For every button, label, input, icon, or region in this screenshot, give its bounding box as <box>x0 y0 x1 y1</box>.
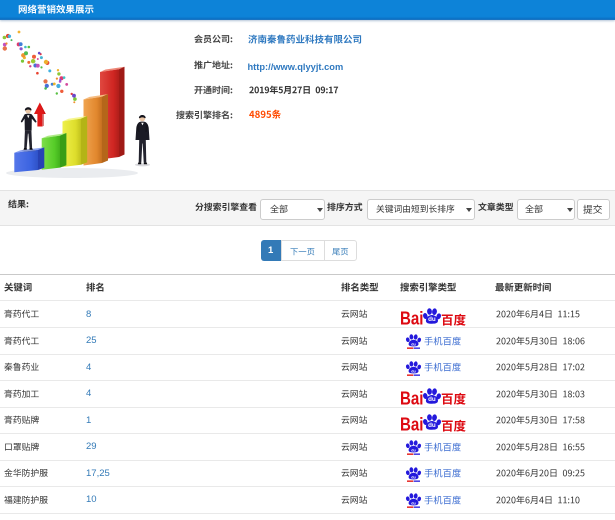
svg-text:Bai: Bai <box>400 309 424 329</box>
svg-text:du: du <box>428 422 436 429</box>
svg-text:du: du <box>411 502 416 506</box>
svg-text:du: du <box>411 369 416 373</box>
svg-text:Bai: Bai <box>400 415 424 435</box>
svg-text:du: du <box>411 449 416 453</box>
svg-text:du: du <box>428 396 436 403</box>
svg-text:du: du <box>428 316 436 323</box>
svg-text:du: du <box>411 475 416 479</box>
svg-text:du: du <box>411 343 416 347</box>
svg-text:Bai: Bai <box>400 388 424 408</box>
